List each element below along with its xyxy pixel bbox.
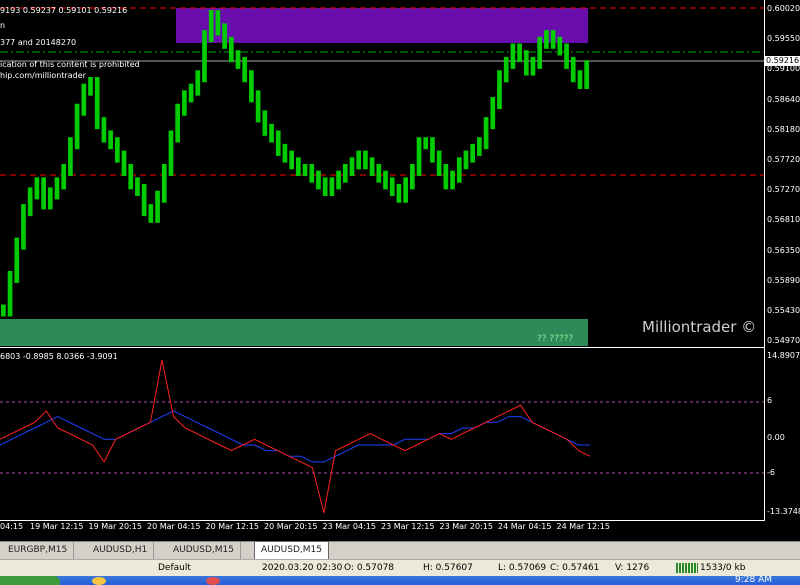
indicator-tick-label: 14.8907: [767, 351, 800, 360]
time-axis-border: [0, 520, 765, 521]
clock: 9:28 AM: [735, 575, 772, 585]
info-line-5: hip.com/milliontrader: [0, 71, 86, 80]
info-line-3: 377 and 20148270: [0, 38, 77, 47]
status-volume: V: 1276: [615, 563, 650, 573]
price-axis: 0.60020 0.59550 0.59100 0.58640 0.58180 0.577…: [767, 0, 800, 348]
taskbar: 9:28 AM: [0, 575, 800, 585]
indicator-canvas: [0, 359, 764, 514]
status-close: C: 0.57461: [550, 563, 600, 573]
price-chart[interactable]: 9193 0.59237 0.59101 0.59216 n 377 and 2…: [0, 0, 764, 348]
status-datetime: 2020.03.20 02:30: [262, 563, 343, 573]
price-candles: [0, 10, 589, 317]
ind-blue-line: [0, 410, 590, 463]
chart-tab-bar: EURGBP,M15 AUDUSD,H1 AUDUSD,M15 AUDUSD,M15: [0, 541, 800, 560]
time-tick-label: 23 Mar 04:15: [322, 522, 376, 531]
watermark: Milliontrader ©: [642, 318, 757, 336]
price-tick-label: 0.58180: [767, 124, 800, 134]
status-open: O: 0.57078: [344, 563, 395, 573]
price-tick-label: 0.54970: [767, 336, 800, 346]
price-tick-label: 0.58640: [767, 94, 800, 104]
connection-icon[interactable]: [676, 563, 698, 573]
time-tick-label: 23 Mar 12:15: [381, 522, 435, 531]
price-tick-label: 0.59550: [767, 34, 800, 44]
start-button[interactable]: [0, 576, 60, 585]
chart-tab[interactable]: AUDUSD,H1: [87, 542, 155, 559]
time-tick-label: 04:15: [0, 522, 24, 531]
price-tick-label: 0.56810: [767, 215, 800, 225]
info-line-2: n: [0, 21, 6, 30]
status-profile: Default: [158, 563, 191, 573]
ohlc-info: 9193 0.59237 0.59101 0.59216: [0, 6, 128, 15]
taskbar-app-icon[interactable]: [92, 577, 106, 585]
time-tick-label: 24 Mar 04:15: [498, 522, 552, 531]
current-price-label: 0.59216: [764, 56, 800, 66]
time-tick-label: 19 Mar 12:15: [30, 522, 84, 531]
time-tick-label: 20 Mar 12:15: [205, 522, 259, 531]
supply-zone: [176, 8, 588, 43]
chart-tab[interactable]: AUDUSD,M15: [254, 541, 329, 560]
indicator-tick-label: 0.00: [767, 433, 785, 442]
indicator-tick-label: 6: [767, 396, 773, 405]
status-bar: Default 2020.03.20 02:30 O: 0.57078 H: 0…: [0, 559, 800, 576]
time-axis: 04:15 19 Mar 12:15 19 Mar 20:15 20 Mar 04:1…: [0, 522, 764, 536]
price-tick-label: 0.56350: [767, 245, 800, 255]
status-traffic: 1533/0 kb: [700, 563, 746, 573]
indicator-axis: 14.8907 6 0.00 -6 -13.3748: [767, 349, 800, 520]
price-tick-label: 0.55430: [767, 306, 800, 315]
time-tick-label: 20 Mar 04:15: [147, 522, 201, 531]
demand-zone: [0, 319, 588, 346]
zone-label: ?? ?????: [537, 334, 574, 344]
indicator-values: 6803 -0.8985 8.0366 -3.9091: [0, 352, 118, 361]
taskbar-app-icon-2[interactable]: [206, 577, 220, 585]
status-low: L: 0.57069: [498, 563, 547, 573]
info-line-4: ication of this content is prohibited: [0, 60, 140, 69]
price-axis-border: [764, 0, 765, 520]
time-tick-label: 23 Mar 20:15: [439, 522, 493, 531]
time-tick-label: 19 Mar 20:15: [88, 522, 142, 531]
indicator-chart[interactable]: 6803 -0.8985 8.0366 -3.9091: [0, 349, 764, 520]
price-chart-canvas: [0, 7, 764, 346]
price-tick-label: 0.60020: [767, 4, 800, 13]
chart-tab[interactable]: AUDUSD,M15: [167, 542, 241, 559]
time-tick-label: 20 Mar 20:15: [264, 522, 318, 531]
indicator-tick-label: -6: [767, 468, 775, 477]
ind-red-line: [0, 359, 591, 514]
pane-separator[interactable]: [0, 347, 764, 348]
indicator-lines: [0, 359, 591, 514]
price-tick-label: 0.57270: [767, 185, 800, 195]
price-tick-label: 0.55890: [767, 275, 800, 285]
indicator-tick-label: -13.3748: [767, 507, 800, 516]
chart-tab[interactable]: EURGBP,M15: [2, 542, 75, 559]
time-tick-label: 24 Mar 12:15: [556, 522, 610, 531]
status-high: H: 0.57607: [423, 563, 473, 573]
price-tick-label: 0.57720: [767, 155, 800, 164]
